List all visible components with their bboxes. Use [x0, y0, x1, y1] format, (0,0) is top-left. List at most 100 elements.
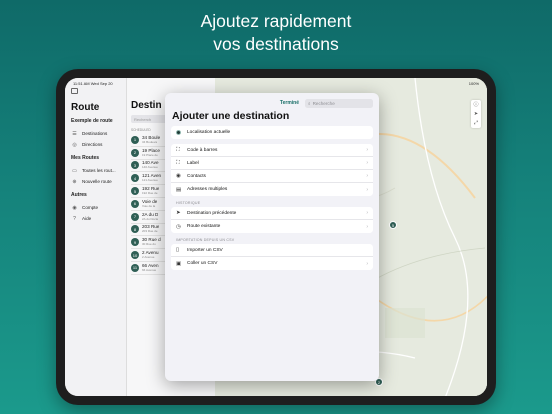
chevron-right-icon: › [366, 210, 368, 216]
sidebar-item-help[interactable]: ? Aide [71, 213, 120, 224]
option-label: Label [187, 160, 199, 166]
route-list-item-subtitle: 140 Avenue [142, 165, 158, 170]
import-heading: IMPORTATION DEPUIS UN CSV [176, 238, 235, 242]
route-list-item-subtitle: 192 Rue de [142, 191, 158, 196]
chevron-right-icon: › [366, 260, 368, 267]
option-label-scan[interactable]: ⛶ Label › [171, 157, 373, 170]
stop-number-badge: 5 [131, 187, 139, 196]
map-controls: ⓘ ➤ ⤢ [471, 100, 481, 128]
tablet-frame: 11:51 AM Wed Sep 20 100% Route Exemple d… [56, 69, 496, 405]
current-location-label: Localisation actuelle [187, 130, 231, 135]
route-list-item-text: 192 Rue 192 Rue de [142, 186, 159, 196]
sidebar-item-label: Destinations [82, 131, 108, 136]
plus-icon: ⊕ [72, 178, 77, 185]
route-list-item-subtitle: 34 Bouleva [142, 139, 158, 144]
option-label: Code à barres [187, 147, 218, 153]
route-list-item-subtitle: 203 Rue de [142, 229, 158, 234]
sidebar-current-route: Exemple de route [71, 118, 113, 124]
route-list-item-text: 66 Aven 66 Avenue [142, 263, 159, 273]
directions-icon: ◎ [72, 141, 77, 148]
sidebar-item-label: Aide [82, 216, 92, 221]
route-list-item-text: 30 Rue d 30 Rue du [142, 237, 161, 247]
history-label: Destination précédente [187, 210, 237, 216]
chevron-right-icon: › [366, 173, 368, 179]
route-list-item-text: 34 Boule 34 Bouleva [142, 135, 160, 145]
status-battery: 100% [468, 81, 479, 86]
label-scan-icon: ⛶ [176, 159, 180, 166]
stop-number-badge: 7 [131, 212, 139, 221]
help-icon: ? [73, 215, 76, 222]
stop-number-badge: 10 [131, 251, 139, 260]
route-list-item-title: 19 Place [142, 147, 160, 153]
tablet-screen: 11:51 AM Wed Sep 20 100% Route Exemple d… [65, 78, 487, 396]
sidebar-item-destinations[interactable]: ☰ Destinations [71, 128, 120, 139]
history-existing-route[interactable]: ◷ Route existante › [171, 220, 373, 233]
sidebar-item-label: Toutes les rout... [82, 168, 116, 173]
sidebar-item-all-routes[interactable]: ▭ Toutes les rout... [71, 165, 120, 176]
modal-toolbar: Terminé ⌕ Recherche [171, 93, 373, 110]
route-list-item-subtitle: 66 Avenue [142, 267, 157, 272]
status-bar: 11:51 AM Wed Sep 20 100% [65, 78, 487, 89]
clipboard-icon: ▣ [176, 260, 182, 267]
paste-csv-row[interactable]: ▣ Coller un CSV › [171, 257, 373, 270]
current-location-row[interactable]: Localisation actuelle [171, 126, 373, 139]
headline-line-1: Ajoutez rapidement [200, 11, 352, 31]
done-button[interactable]: Terminé [280, 100, 299, 106]
contacts-icon: ◉ [176, 173, 181, 179]
list-icon: ☰ [72, 130, 77, 137]
route-list-item-text: 2A du D 2A du Docte [142, 212, 158, 222]
headline-line-2: vos destinations [213, 34, 339, 54]
add-options-group: ⛶ Code à barres › ⛶ Label › ◉ Contacts ›… [171, 144, 373, 196]
stop-number-badge: 11 [131, 263, 139, 272]
import-label: Importer un CSV [187, 247, 223, 253]
modal-search-input[interactable]: ⌕ Recherche [305, 98, 373, 108]
map-pin[interactable]: 5 [389, 221, 397, 229]
sidebar: Route Exemple de route ☰ Destinations ◎ … [65, 78, 127, 396]
sidebar-item-new-route[interactable]: ⊕ Nouvelle route [71, 176, 120, 187]
location-arrow-icon: ➤ [176, 210, 181, 216]
sidebar-item-account[interactable]: ◉ Compte [71, 202, 120, 213]
folder-icon: ▭ [72, 167, 77, 174]
sidebar-title: Route [71, 102, 100, 113]
route-list-item-text: 2 Avenu 2 Avenue [142, 250, 159, 260]
info-icon[interactable]: ⓘ [473, 102, 478, 108]
location-icon[interactable]: ➤ [474, 111, 478, 117]
document-icon: ▯ [176, 247, 180, 253]
status-time: 11:51 AM Wed Sep 20 [73, 81, 113, 86]
option-label: Adresses multiples [187, 187, 228, 192]
modal-title: Ajouter une destination [172, 110, 290, 122]
import-csv-row[interactable]: ▯ Importer un CSV [171, 244, 373, 257]
route-list-item-subtitle: Voie de la [142, 203, 156, 208]
expand-icon[interactable]: ⤢ [474, 120, 478, 126]
chevron-right-icon: › [366, 186, 368, 193]
sidebar-item-label: Nouvelle route [82, 179, 112, 184]
my-routes-heading: Mes Routes [71, 155, 100, 161]
option-multiple-addresses[interactable]: ▤ Adresses multiples › [171, 183, 373, 196]
stop-number-badge: 1 [131, 135, 139, 144]
route-list-item-text: 121 Aven 121 Avenue [142, 173, 161, 183]
route-list-item-subtitle: 19 Place de [142, 152, 158, 157]
route-list-item-text: 203 Rue 203 Rue de [142, 224, 159, 234]
stop-number-badge: 8 [131, 225, 139, 234]
history-heading: HISTORIQUE [176, 201, 201, 205]
option-contacts[interactable]: ◉ Contacts › [171, 170, 373, 183]
option-label: Contacts [187, 173, 206, 179]
search-icon: ⌕ [308, 100, 311, 106]
location-dot-icon [176, 130, 185, 135]
stop-number-badge: 2 [131, 148, 139, 157]
other-heading: Autres [71, 192, 87, 198]
route-list-item-subtitle: 2A du Docte [142, 216, 159, 221]
add-destination-modal: Terminé ⌕ Recherche Ajouter une destinat… [165, 93, 379, 381]
history-previous-destination[interactable]: ➤ Destination précédente › [171, 207, 373, 220]
route-list-item-subtitle: 30 Rue du [142, 242, 156, 247]
history-label: Route existante [187, 224, 221, 229]
clock-icon: ◷ [176, 223, 181, 230]
sidebar-item-directions[interactable]: ◎ Directions [71, 139, 120, 150]
option-barcode[interactable]: ⛶ Code à barres › [171, 144, 373, 157]
route-list-item-subtitle: 121 Avenue [142, 178, 158, 183]
stop-number-badge: 3 [131, 161, 139, 170]
route-list-item-title: 2A du D [142, 211, 159, 217]
sidebar-item-label: Compte [82, 205, 99, 210]
barcode-icon: ⛶ [176, 146, 180, 153]
chevron-right-icon: › [366, 147, 368, 153]
